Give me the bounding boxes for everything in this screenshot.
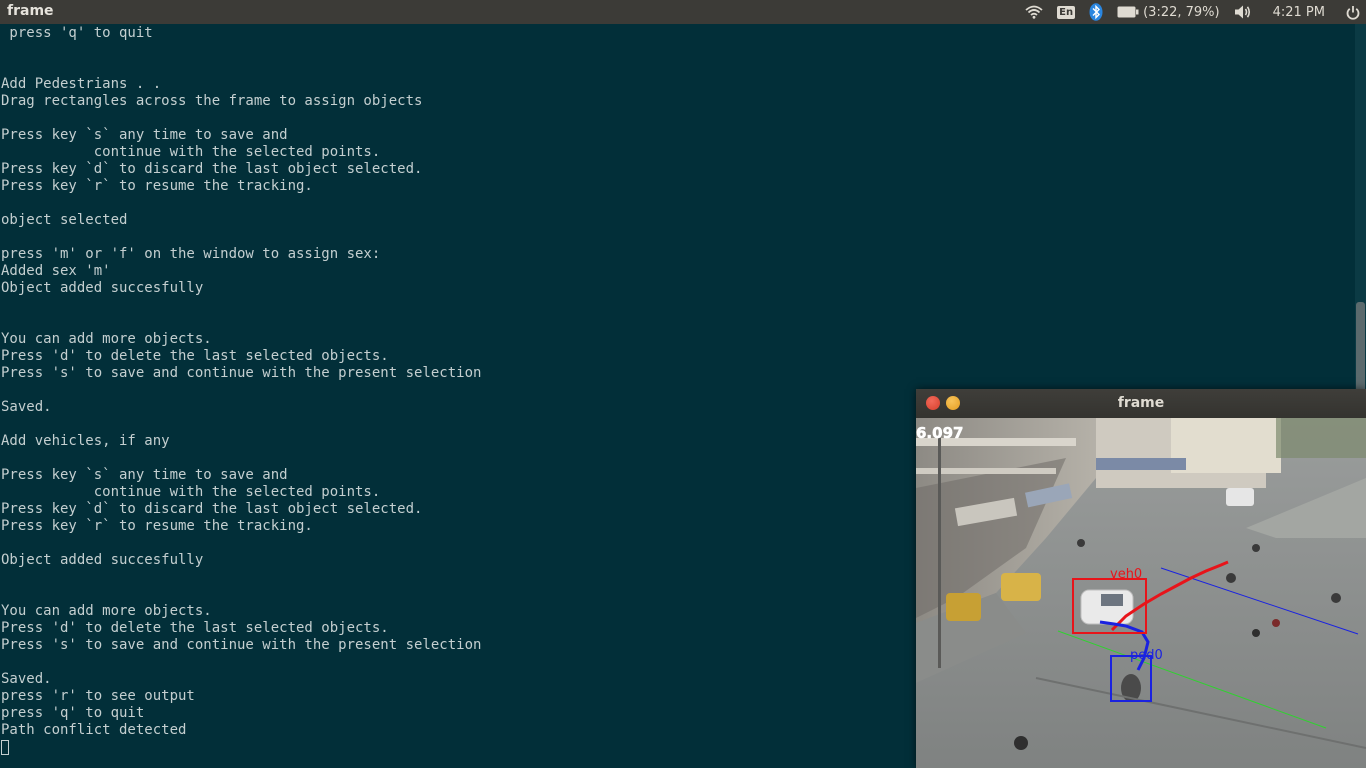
battery-indicator[interactable]: (3:22, 79%) <box>1110 0 1227 24</box>
terminal-line: Press key `r` to resume the tracking. <box>1 178 313 194</box>
terminal-line: Press key `s` any time to save and <box>1 467 288 483</box>
bluetooth-indicator[interactable] <box>1082 0 1110 24</box>
tree <box>1276 418 1366 458</box>
wifi-indicator[interactable] <box>1018 0 1050 24</box>
terminal-line: press 'm' or 'f' on the window to assign… <box>1 246 381 262</box>
terminal-line: press 'q' to quit <box>1 705 145 721</box>
session-indicator[interactable] <box>1339 0 1366 24</box>
motorbike-figure <box>1014 736 1028 750</box>
street-pole <box>938 438 941 668</box>
pedestrian-label: ped0 <box>1130 648 1163 663</box>
terminal-line: Press key `d` to discard the last object… <box>1 161 423 177</box>
terminal-line: Press 's' to save and continue with the … <box>1 365 482 381</box>
volume-indicator[interactable] <box>1227 0 1259 24</box>
clock-indicator[interactable]: 4:21 PM <box>1259 0 1339 24</box>
terminal-line: continue with the selected points. <box>93 144 381 160</box>
motorbike-figure <box>1226 573 1236 583</box>
battery-icon <box>1117 6 1139 18</box>
motorbike-figure <box>1252 544 1260 552</box>
terminal-line: Object added succesfully <box>1 280 204 296</box>
wifi-icon <box>1025 5 1043 19</box>
terminal-line: Saved. <box>1 399 52 415</box>
vehicle-label: veh0 <box>1110 567 1142 582</box>
keyboard-indicator[interactable]: En <box>1050 0 1082 24</box>
terminal-line: press 'q' to quit <box>9 25 153 41</box>
terminal-line: Added sex 'm' <box>1 263 111 279</box>
system-tray: En (3:22, 79%) 4:21 PM <box>1018 0 1366 24</box>
terminal-line: Press key `d` to discard the last object… <box>1 501 423 517</box>
terminal-line: press 'r' to see output <box>1 688 195 704</box>
terminal-scrollbar-thumb[interactable] <box>1356 302 1365 392</box>
bluetooth-icon <box>1089 3 1103 21</box>
terminal-line: Press 'd' to delete the last selected ob… <box>1 620 389 636</box>
keyboard-icon: En <box>1057 5 1076 19</box>
auto-rickshaw <box>1001 573 1041 601</box>
frame-window[interactable]: frame veh0 ped0 6.097 <box>916 389 1366 768</box>
car-windshield <box>1101 594 1123 606</box>
balcony <box>916 468 1056 474</box>
power-icon <box>1346 5 1360 20</box>
terminal-line: Drag rectangles across the frame to assi… <box>1 93 423 109</box>
terminal-line: Add Pedestrians . . <box>1 76 162 92</box>
terminal-line: Add vehicles, if any <box>1 433 170 449</box>
terminal-line: You can add more objects. <box>1 331 212 347</box>
terminal-line: Press 's' to save and continue with the … <box>1 637 482 653</box>
volume-icon <box>1234 5 1250 19</box>
building-right <box>1171 418 1281 473</box>
terminal-line: object selected <box>1 212 128 228</box>
clock: 4:21 PM <box>1272 4 1325 20</box>
terminal-line: Press key `r` to resume the tracking. <box>1 518 313 534</box>
terminal-line: Object added succesfully <box>1 552 204 568</box>
pedestrian-figure <box>1252 629 1260 637</box>
video-frame[interactable]: veh0 ped0 6.097 <box>916 418 1366 768</box>
terminal-cursor <box>1 740 9 755</box>
motorbike-figure <box>1331 593 1341 603</box>
frame-window-title: frame <box>1117 395 1165 411</box>
terminal-output: press 'q' to quit Add Pedestrians . . Dr… <box>1 25 481 739</box>
motorbike-figure <box>1077 539 1085 547</box>
terminal-line: Path conflict detected <box>1 722 187 738</box>
active-app-title: frame <box>7 3 54 19</box>
battery-status: (3:22, 79%) <box>1143 4 1220 20</box>
frame-titlebar[interactable]: frame <box>916 389 1366 418</box>
terminal-line: Press 'd' to delete the last selected ob… <box>1 348 389 364</box>
terminal-line: continue with the selected points. <box>93 484 381 500</box>
terminal-line: Press key `s` any time to save and <box>1 127 288 143</box>
frame-counter: 6.097 <box>916 424 963 442</box>
building-right-banner <box>1096 458 1186 470</box>
pedestrian-figure <box>1272 619 1280 627</box>
white-van <box>1226 488 1254 506</box>
terminal-line: You can add more objects. <box>1 603 212 619</box>
terminal-line: Saved. <box>1 671 52 687</box>
top-panel: frame En (3:22, 79%) 4:21 PM <box>0 0 1366 24</box>
parked-vehicle <box>946 593 981 621</box>
